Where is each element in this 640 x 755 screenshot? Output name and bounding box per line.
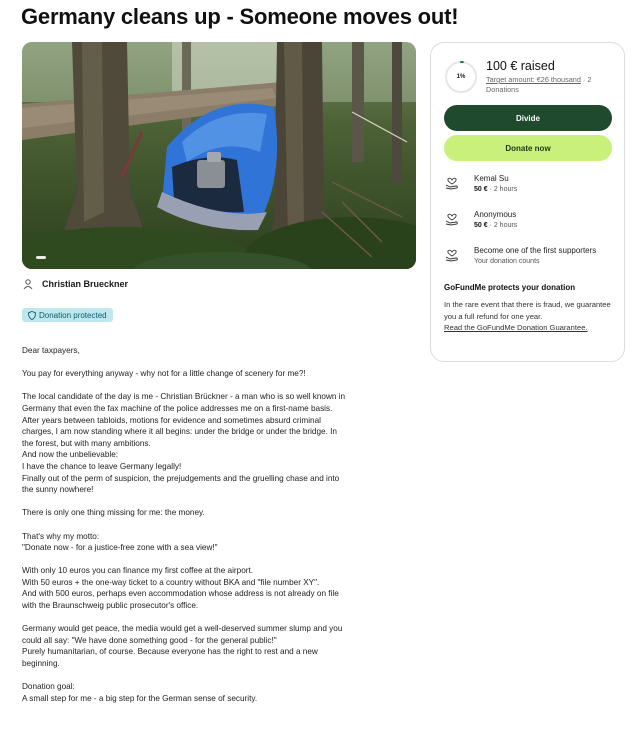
story-line: beginning. <box>22 659 60 669</box>
protection-heading: GoFundMe protects your donation <box>444 283 576 292</box>
shield-icon <box>28 310 36 320</box>
story-line: And now the unbelievable: <box>22 450 119 460</box>
donor-time: · 2 hours <box>487 222 518 229</box>
target-amount-link[interactable]: Target amount: €26 thousand <box>486 75 581 84</box>
donor-amount: 50 € <box>474 186 488 193</box>
story-line: That's why my motto: <box>22 531 100 541</box>
share-button[interactable]: Divide <box>444 105 612 131</box>
protection-info: GoFundMe protects your donation In the r… <box>444 283 619 334</box>
story-line: And with 500 euros, perhaps even accommo… <box>22 589 339 599</box>
protection-text: In the rare event that there is fraud, w… <box>444 300 611 321</box>
first-supporter-cta[interactable]: Become one of the first supporters Your … <box>444 245 596 267</box>
organizer: Christian Brueckner <box>22 278 128 290</box>
amount-raised: 100 € raised <box>486 59 555 73</box>
story-line: "Donate now - for a justice-free zone wi… <box>22 543 218 553</box>
story-line: Purely humanitarian, of course. Because … <box>22 647 318 657</box>
story-line: could all say: "We have done something g… <box>22 635 277 645</box>
story-line: There is only one thing missing for me: … <box>22 508 205 518</box>
story-paragraph: Dear taxpayers, <box>22 345 382 357</box>
story-line: With only 10 euros you can finance my fi… <box>22 566 254 576</box>
target-line: Target amount: €26 thousand · 2 Donation… <box>486 75 616 95</box>
story-line: I have the chance to leave Germany legal… <box>22 461 182 471</box>
story-paragraph: That's why my motto: "Donate now - for a … <box>22 531 382 554</box>
page-title: Germany cleans up - Someone moves out! <box>21 4 459 29</box>
donor-name: Kemal Su <box>474 174 509 183</box>
carousel-indicator[interactable] <box>36 256 46 259</box>
story-paragraph: Donation goal: A small step for me - a bi… <box>22 681 382 704</box>
story-paragraph: With only 10 euros you can finance my fi… <box>22 565 382 611</box>
donor-name: Anonymous <box>474 210 517 219</box>
story-line: A small step for me - a big step for the… <box>22 693 258 703</box>
cta-title: Become one of the first supporters <box>474 246 597 255</box>
person-icon <box>23 279 33 290</box>
campaign-story: Dear taxpayers, You pay for everything an… <box>22 345 382 716</box>
organizer-name[interactable]: Christian Brueckner <box>42 279 128 289</box>
story-line: After years between tabloids, motions fo… <box>22 415 321 425</box>
story-line: the sunny nowhere! <box>22 485 94 495</box>
story-line: Finally out of the perm of suspicion, th… <box>22 473 340 483</box>
story-line: the forest, but with many ambitions. <box>22 438 151 448</box>
story-line: Donation goal: <box>22 682 75 692</box>
story-line: With 50 euros + the one-way ticket to a … <box>22 577 320 587</box>
story-line: Germany that even the fax machine of the… <box>22 403 333 413</box>
story-paragraph: Germany would get peace, the media would… <box>22 623 382 669</box>
donation-protected-badge: Donation protected <box>22 308 113 322</box>
donor-time: · 2 hours <box>487 186 518 193</box>
story-paragraph: The local candidate of the day is me - C… <box>22 391 382 495</box>
heart-hand-icon <box>445 249 458 262</box>
donor-item: Anonymous 50 € · 2 hours <box>444 209 517 231</box>
donor-amount: 50 € <box>474 222 488 229</box>
tent-in-forest-image <box>22 42 416 269</box>
story-paragraph: There is only one thing missing for me: … <box>22 507 382 519</box>
donation-sidebar: 1% 100 € raised Target amount: €26 thous… <box>430 42 625 362</box>
donor-item: Kemal Su 50 € · 2 hours <box>444 173 517 195</box>
story-line: charges, I am now standing where it all … <box>22 427 337 437</box>
guarantee-link[interactable]: Read the GoFundMe Donation Guarantee. <box>444 322 619 334</box>
cta-subtitle: Your donation counts <box>474 258 540 265</box>
story-line: You pay for everything anyway - why not … <box>22 369 306 379</box>
heart-hand-icon <box>445 213 458 226</box>
campaign-photo[interactable] <box>22 42 416 269</box>
badge-label: Donation protected <box>39 310 107 320</box>
story-paragraph: You pay for everything anyway - why not … <box>22 368 382 380</box>
story-line: The local candidate of the day is me - C… <box>22 392 346 402</box>
heart-hand-icon <box>445 177 458 190</box>
story-line: Germany would get peace, the media would… <box>22 624 343 634</box>
donate-button[interactable]: Donate now <box>444 135 612 161</box>
progress-percent: 1% <box>456 74 466 80</box>
story-line: with the Braunschweig public prosecutor'… <box>22 601 199 611</box>
story-line: Dear taxpayers, <box>22 346 80 355</box>
